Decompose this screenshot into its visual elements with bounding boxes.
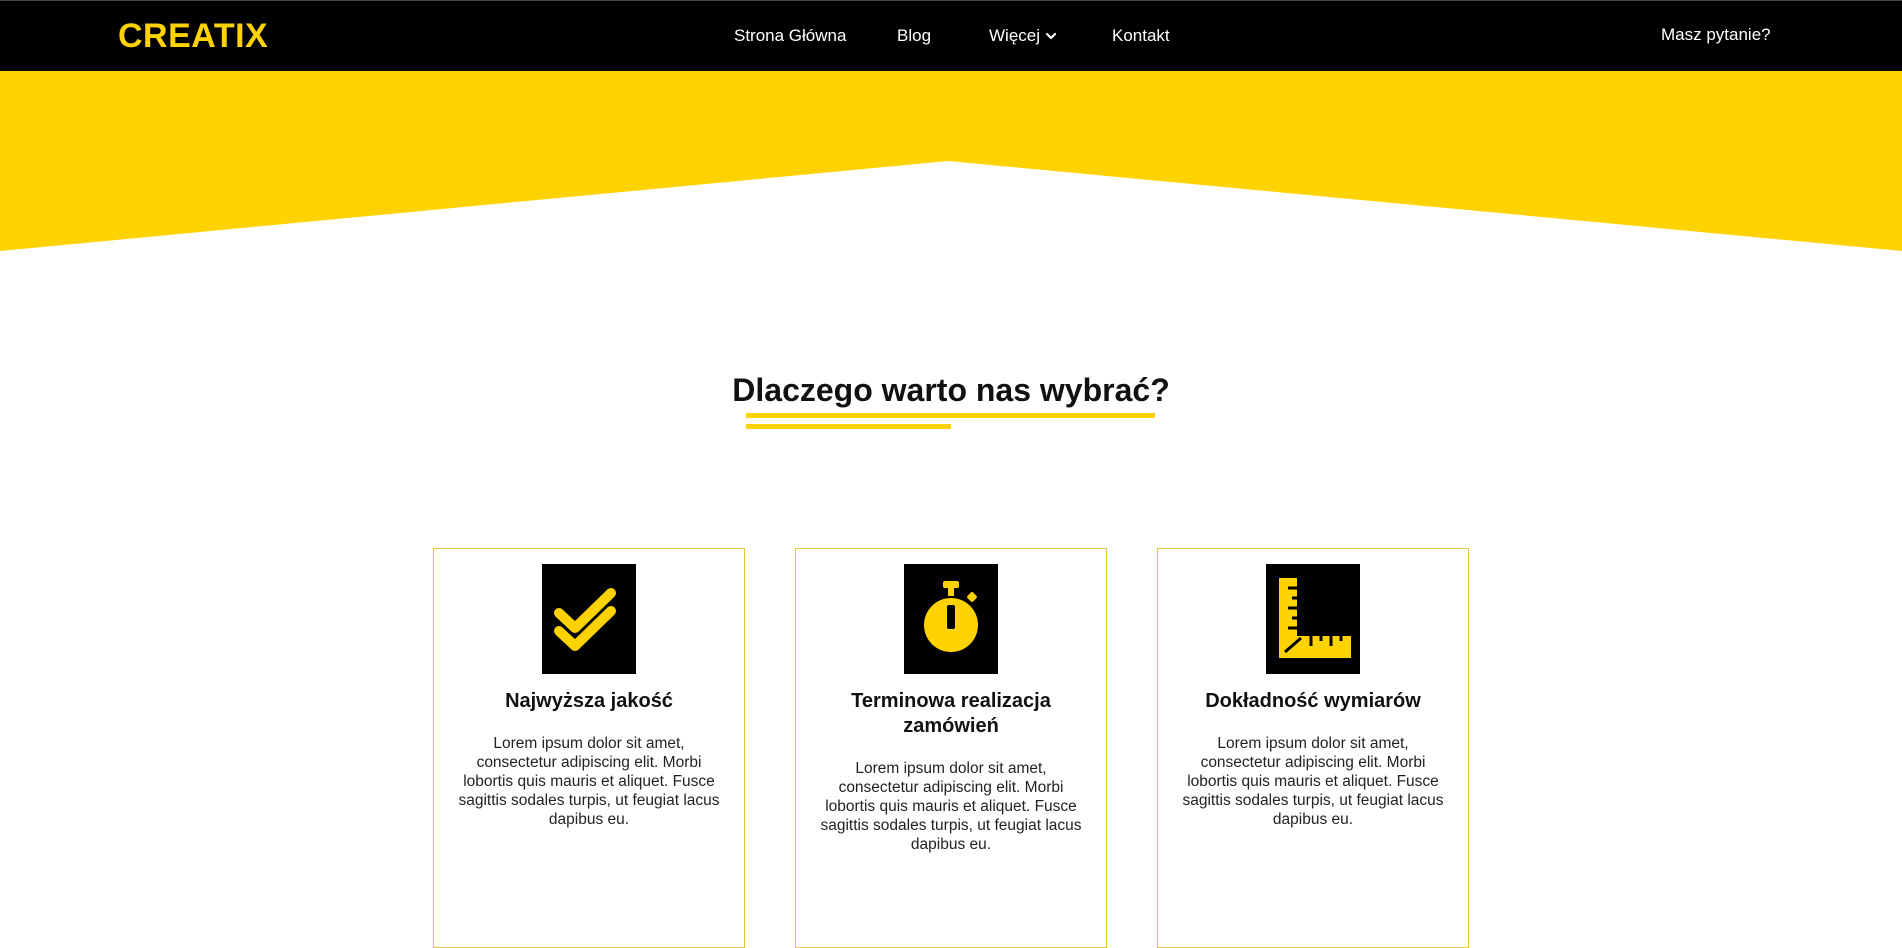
section-title: Dlaczego warto nas wybrać?: [732, 372, 1170, 408]
nav-link-home[interactable]: Strona Główna: [734, 25, 846, 47]
card-icon-box: [542, 564, 636, 674]
feature-card-quality: Najwyższa jakość Lorem ipsum dolor sit a…: [433, 548, 745, 948]
card-title: Terminowa realizacja zamówień: [851, 690, 1051, 737]
nav-link-contact[interactable]: Kontakt: [1112, 25, 1170, 47]
nav-link-more[interactable]: Więcej: [989, 25, 1057, 47]
card-icon-box: [1266, 564, 1360, 674]
card-icon-box: [904, 564, 998, 674]
double-check-icon: [554, 588, 616, 651]
stopwatch-icon: [924, 581, 978, 652]
title-underline: [746, 413, 1155, 418]
logo[interactable]: CREATIX: [118, 14, 268, 58]
feature-card-deadline: Terminowa realizacja zamówień Lorem ipsu…: [795, 548, 1107, 948]
card-title: Dokładność wymiarów: [1205, 690, 1421, 712]
card-text: Lorem ipsum dolor sit amet, consectetur …: [1182, 735, 1444, 828]
feature-card-precision: Dokładność wymiarów Lorem ipsum dolor si…: [1157, 548, 1469, 948]
ask-question-link[interactable]: Masz pytanie?: [1661, 24, 1771, 46]
chevron-down-icon: [1045, 32, 1057, 40]
ruler-square-icon: [1279, 578, 1351, 658]
card-text: Lorem ipsum dolor sit amet, consectetur …: [458, 735, 720, 828]
nav-link-blog[interactable]: Blog: [897, 25, 931, 47]
card-title: Najwyższa jakość: [505, 690, 673, 712]
card-text: Lorem ipsum dolor sit amet, consectetur …: [820, 760, 1082, 853]
nav-link-more-label: Więcej: [989, 26, 1041, 45]
title-underline-short: [746, 424, 951, 429]
navbar: CREATIX Strona Główna Blog Więcej Kontak…: [0, 0, 1902, 71]
hero-band: [0, 71, 1902, 251]
